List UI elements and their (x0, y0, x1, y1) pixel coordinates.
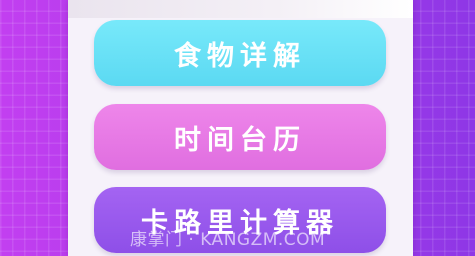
food-details-button[interactable]: 食物详解 (94, 20, 386, 86)
calendar-label: 时间台历 (174, 124, 306, 156)
calendar-button[interactable]: 时间台历 (94, 104, 386, 170)
food-details-label: 食物详解 (174, 40, 306, 72)
panel-header-strip (68, 0, 413, 18)
watermark: 康掌门 · KANGZM.COM (130, 230, 326, 250)
menu-panel: 食物详解 时间台历 卡路里计算器 (68, 0, 413, 256)
